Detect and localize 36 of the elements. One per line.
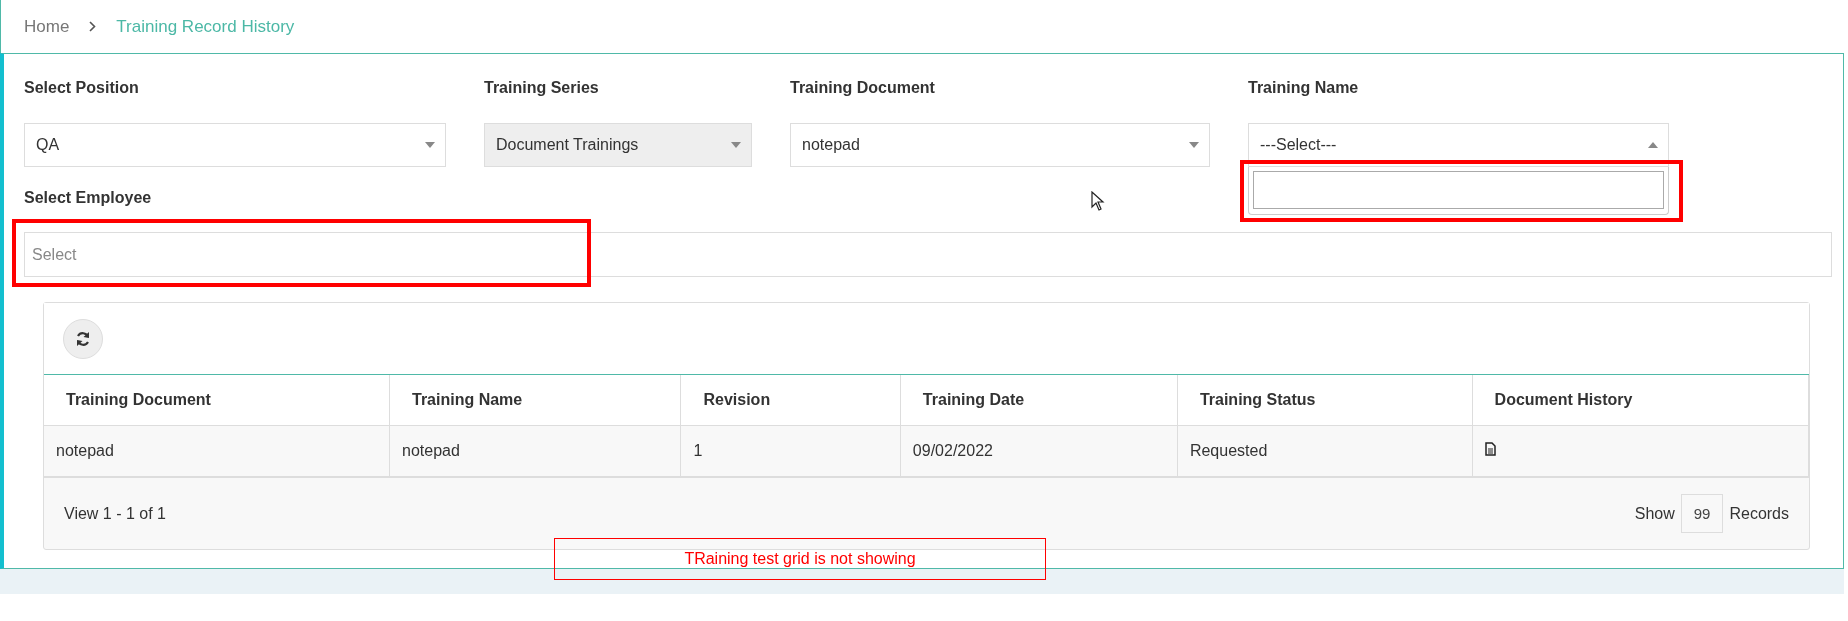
employee-select-field[interactable]: Select [24, 232, 1832, 277]
table-cell: notepad [44, 425, 390, 477]
refresh-button[interactable] [63, 318, 103, 359]
dropdown-select[interactable]: QA [24, 123, 446, 167]
column-header[interactable]: Training Name [389, 375, 681, 426]
breadcrumb-link[interactable]: Home [24, 16, 70, 37]
table-cell: Requested [1177, 425, 1473, 477]
field-label: Select Position [24, 79, 140, 97]
column-header[interactable]: Training Status [1177, 375, 1473, 426]
page-size-field[interactable]: 99 [1680, 494, 1724, 533]
caret-icon [425, 142, 435, 148]
table-cell: 09/02/2022 [900, 425, 1178, 477]
show-label: Show [1634, 504, 1675, 523]
field-label: Training Name [1248, 79, 1360, 97]
column-header[interactable]: Training Date [900, 375, 1178, 426]
field-label: Training Document [790, 79, 936, 97]
column-header[interactable]: Training Document [44, 375, 390, 426]
dropdown-search-field[interactable] [1253, 171, 1664, 209]
caret-icon [731, 142, 741, 148]
caret-icon [1648, 142, 1658, 148]
annotation-note: TRaining test grid is not showing [554, 538, 1046, 580]
table-cell: notepad [389, 425, 681, 477]
dropdown-select[interactable]: ---Select--- [1248, 123, 1669, 167]
records-label: Records [1729, 504, 1789, 523]
column-header[interactable]: Document History [1472, 375, 1809, 426]
dropdown-select[interactable]: notepad [790, 123, 1210, 167]
caret-icon [1189, 142, 1199, 148]
table-cell: 1 [680, 425, 901, 477]
document-icon[interactable] [1484, 442, 1496, 456]
refresh-icon [75, 330, 91, 347]
field-label: Training Series [484, 79, 600, 97]
pager-info: View 1 - 1 of 1 [64, 504, 166, 523]
field-label: Select Employee [24, 189, 152, 207]
column-header[interactable]: Revision [680, 375, 901, 426]
mouse-pointer-icon [1091, 191, 1105, 211]
chevron-icon [89, 21, 97, 32]
